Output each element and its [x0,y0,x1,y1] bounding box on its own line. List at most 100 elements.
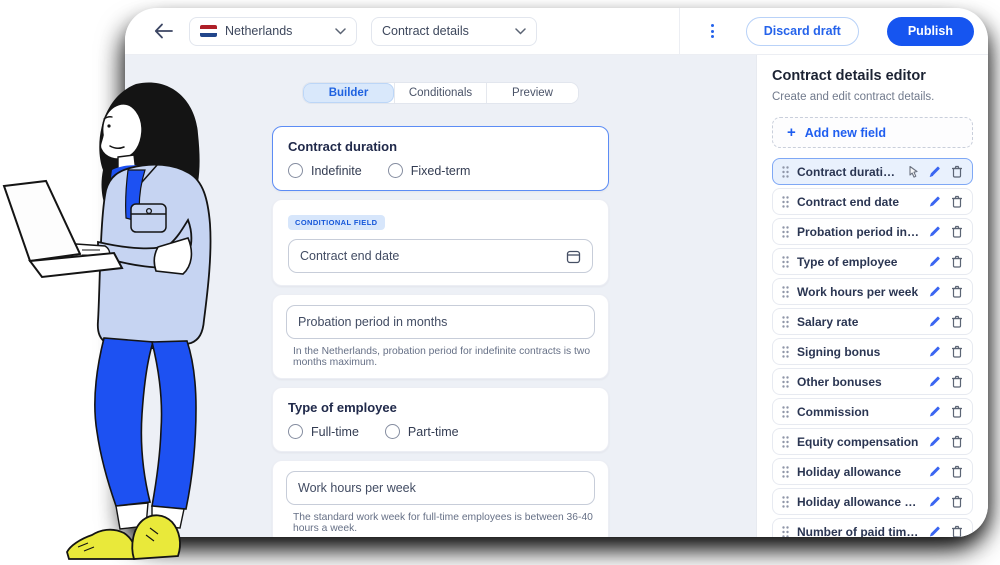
field-row-probation-period[interactable]: Probation period in months [772,218,973,245]
edit-pencil-icon[interactable] [928,375,941,388]
drag-handle-icon[interactable] [782,406,789,418]
edit-pencil-icon[interactable] [928,195,941,208]
drag-handle-icon[interactable] [782,316,789,328]
trash-icon[interactable] [951,195,963,208]
form-cards: Contract duration Indefinite Fixed-term [272,126,609,537]
edit-pencil-icon[interactable] [928,345,941,358]
builder-main-area: Builder Conditionals Preview Contract du… [125,55,756,537]
field-row-commission[interactable]: Commission [772,398,973,425]
trash-icon[interactable] [951,315,963,328]
edit-pencil-icon[interactable] [928,225,941,238]
field-row-type-of-employee[interactable]: Type of employee [772,248,973,275]
card-type-of-employee[interactable]: Type of employee Full-time Part-time [272,387,609,452]
trash-icon[interactable] [951,435,963,448]
card-contract-end-date[interactable]: CONDITIONAL FIELD Contract end date [272,199,609,286]
template-select[interactable]: Contract details [371,17,537,46]
edit-pencil-icon[interactable] [928,165,941,178]
drag-handle-icon[interactable] [782,226,789,238]
edit-pencil-icon[interactable] [928,255,941,268]
topbar-divider [679,8,680,54]
trash-icon[interactable] [951,465,963,478]
shoe-front [67,530,135,559]
field-row-paid-time-off-days[interactable]: Number of paid time off days [772,518,973,537]
trash-icon[interactable] [951,165,963,178]
field-row-work-hours[interactable]: Work hours per week [772,278,973,305]
field-row-label: Holiday allowance [797,465,920,479]
contract-end-date-input[interactable]: Contract end date [288,239,593,273]
trash-icon[interactable] [951,495,963,508]
publish-button[interactable]: Publish [887,17,974,46]
add-new-field-button[interactable]: + Add new field [772,117,973,148]
field-row-other-bonuses[interactable]: Other bonuses [772,368,973,395]
card-contract-duration[interactable]: Contract duration Indefinite Fixed-term [272,126,609,191]
drag-handle-icon[interactable] [782,466,789,478]
drag-handle-icon[interactable] [782,256,789,268]
field-row-signing-bonus[interactable]: Signing bonus [772,338,973,365]
trash-icon[interactable] [951,255,963,268]
tab-builder[interactable]: Builder [303,83,394,103]
type-of-employee-label: Type of employee [288,400,593,415]
field-row-holiday-allowance[interactable]: Holiday allowance [772,458,973,485]
probation-period-input[interactable]: Probation period in months [286,305,595,339]
field-row-label: Type of employee [797,255,920,269]
trash-icon[interactable] [951,285,963,298]
field-row-salary-rate[interactable]: Salary rate [772,308,973,335]
radio-full-time[interactable]: Full-time [288,424,359,439]
field-row-label: Other bonuses [797,375,920,389]
kebab-menu-icon[interactable] [702,20,724,42]
field-row-label: Holiday allowance payment fre... [797,495,920,509]
trash-icon[interactable] [951,345,963,358]
radio-indefinite-label: Indefinite [311,164,362,178]
trash-icon[interactable] [951,375,963,388]
calendar-icon[interactable] [566,249,581,264]
drag-handle-icon[interactable] [782,496,789,508]
topbar: Netherlands Contract details Discard dra… [125,8,988,55]
radio-indefinite[interactable]: Indefinite [288,163,362,178]
drag-handle-icon[interactable] [782,526,789,538]
radio-icon[interactable] [385,424,400,439]
field-row-equity-compensation[interactable]: Equity compensation [772,428,973,455]
field-row-holiday-allowance-payment-frequency[interactable]: Holiday allowance payment fre... [772,488,973,515]
tab-preview[interactable]: Preview [486,83,578,103]
field-row-contract-end-date[interactable]: Contract end date [772,188,973,215]
radio-part-time[interactable]: Part-time [385,424,459,439]
radio-fixed-term[interactable]: Fixed-term [388,163,471,178]
app-window: Netherlands Contract details Discard dra… [125,8,988,537]
trash-icon[interactable] [951,525,963,537]
field-row-label: Contract duration [797,165,897,179]
card-work-hours[interactable]: Work hours per week The standard work we… [272,460,609,537]
drag-handle-icon[interactable] [782,166,789,178]
drag-handle-icon[interactable] [782,196,789,208]
probation-helper-text: In the Netherlands, probation period for… [286,346,595,368]
contract-duration-label: Contract duration [288,139,593,154]
panel-title: Contract details editor [772,68,973,84]
radio-icon[interactable] [288,424,303,439]
edit-pencil-icon[interactable] [928,285,941,298]
discard-draft-button[interactable]: Discard draft [746,17,859,46]
edit-pencil-icon[interactable] [928,405,941,418]
field-row-contract-duration[interactable]: Contract duration [772,158,973,185]
field-row-label: Work hours per week [797,285,920,299]
trash-icon[interactable] [951,225,963,238]
tab-conditionals[interactable]: Conditionals [394,83,486,103]
drag-handle-icon[interactable] [782,286,789,298]
edit-pencil-icon[interactable] [928,315,941,328]
card-probation-period[interactable]: Probation period in months In the Nether… [272,294,609,379]
edit-pencil-icon[interactable] [928,525,941,537]
work-hours-input[interactable]: Work hours per week [286,471,595,505]
panel-subtitle: Create and edit contract details. [772,91,973,103]
conditional-field-badge: CONDITIONAL FIELD [288,215,385,230]
edit-pencil-icon[interactable] [928,495,941,508]
drag-handle-icon[interactable] [782,436,789,448]
trash-icon[interactable] [951,405,963,418]
drag-handle-icon[interactable] [782,346,789,358]
country-select[interactable]: Netherlands [189,17,357,46]
drag-handle-icon[interactable] [782,376,789,388]
add-new-field-label: Add new field [805,126,886,140]
radio-icon[interactable] [288,163,303,178]
radio-icon[interactable] [388,163,403,178]
back-button[interactable] [151,19,175,43]
field-row-label: Commission [797,405,920,419]
edit-pencil-icon[interactable] [928,435,941,448]
edit-pencil-icon[interactable] [928,465,941,478]
